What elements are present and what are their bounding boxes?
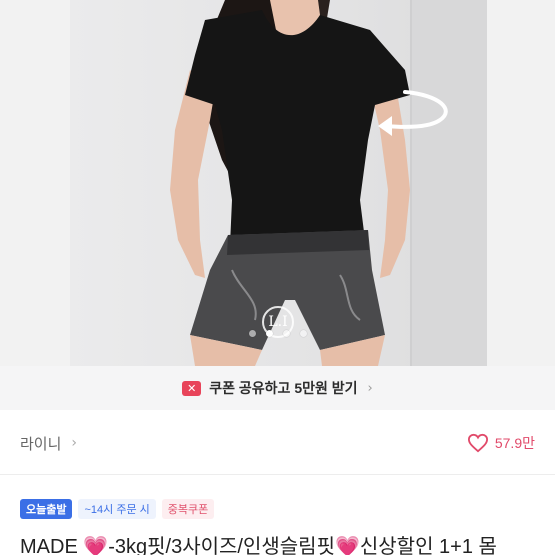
store-name-link[interactable]: 라이니 <box>20 433 61 454</box>
product-title: MADE 💗-3kg핏/3사이즈/인생슬림핏💗신상할인 1+1 몸 <box>20 536 497 555</box>
coupon-icon: ✕ <box>182 380 202 396</box>
chevron-right-icon[interactable]: › <box>71 435 77 451</box>
section-divider <box>0 474 555 475</box>
store-row: 라이니 › 57.9만 <box>0 418 555 468</box>
badge-duplicate-coupon: 중복쿠폰 <box>161 499 215 519</box>
carousel-dot[interactable] <box>299 330 307 337</box>
carousel-dot[interactable] <box>282 330 290 337</box>
carousel-dot-active[interactable] <box>265 330 273 337</box>
like-button[interactable]: 57.9만 <box>467 433 535 453</box>
badge-order-cutoff: ~14시 주문 시 <box>78 499 156 519</box>
likes-count: 57.9만 <box>494 435 535 451</box>
carousel-indicator <box>0 330 555 337</box>
coupon-banner-text: 쿠폰 공유하고 5만원 받기 <box>209 380 358 396</box>
badge-today-delivery: 오늘출발 <box>20 499 73 519</box>
shipping-badges: 오늘출발 ~14시 주문 시 중복쿠폰 <box>20 499 215 519</box>
carousel-dot[interactable] <box>248 330 256 337</box>
coupon-share-banner[interactable]: ✕ 쿠폰 공유하고 5만원 받기 › <box>0 366 555 410</box>
heart-icon <box>467 433 488 453</box>
chevron-right-icon: › <box>367 380 373 396</box>
product-image[interactable]: L.I <box>0 0 555 366</box>
